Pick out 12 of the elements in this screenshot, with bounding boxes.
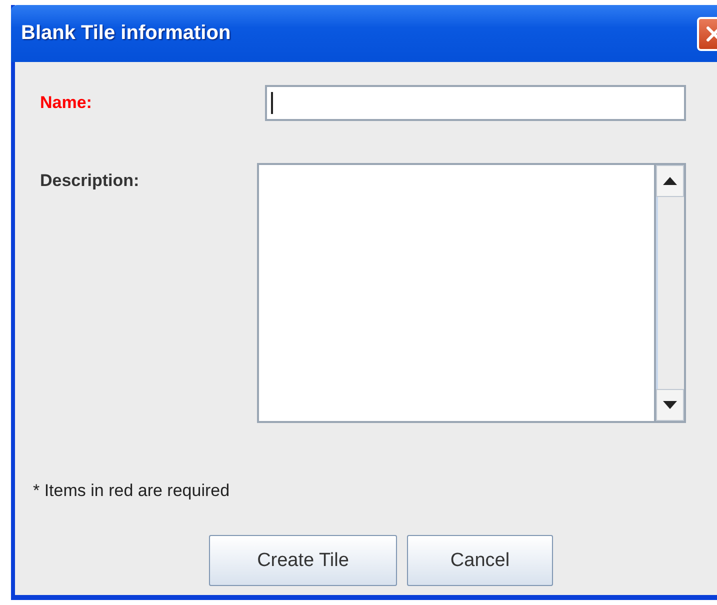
- required-note: * Items in red are required: [33, 481, 231, 501]
- window-title: Blank Tile information: [21, 22, 231, 45]
- name-input-field[interactable]: [265, 85, 686, 121]
- down-arrow-icon: [663, 401, 677, 409]
- dialog-button[interactable]: Cancel: [407, 535, 553, 586]
- scroll-down-button[interactable]: [656, 389, 684, 421]
- scroll-bar[interactable]: [654, 165, 684, 421]
- up-arrow-icon: [663, 177, 677, 185]
- dialog-button[interactable]: Create Tile: [209, 535, 397, 586]
- scroll-up-button[interactable]: [656, 165, 684, 197]
- field-label: Description:: [40, 170, 140, 192]
- field-label: Name:: [40, 93, 93, 113]
